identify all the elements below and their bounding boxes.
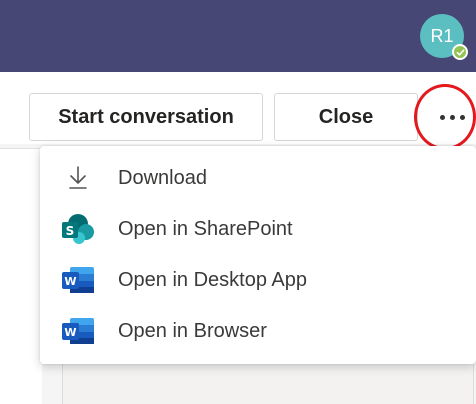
content-pane-left xyxy=(0,148,42,404)
menu-item-open-sharepoint[interactable]: S Open in SharePoint xyxy=(40,205,476,253)
presence-available-icon xyxy=(452,44,468,60)
red-circle-annotation xyxy=(414,84,476,150)
word-icon: W xyxy=(60,264,96,296)
menu-item-label: Open in SharePoint xyxy=(118,218,293,240)
word-icon: W xyxy=(60,315,96,347)
more-options-menu: Download S Open in SharePoint W Open in … xyxy=(40,146,476,364)
sharepoint-icon: S xyxy=(60,213,96,245)
menu-item-label: Open in Desktop App xyxy=(118,269,308,291)
start-conversation-label: Start conversation xyxy=(58,105,234,128)
svg-text:W: W xyxy=(64,326,76,339)
svg-text:W: W xyxy=(64,275,76,288)
menu-item-label: Open in Browser xyxy=(118,320,267,342)
start-conversation-button[interactable]: Start conversation xyxy=(29,93,263,141)
top-app-bar xyxy=(0,0,476,72)
menu-item-open-desktop-app[interactable]: W Open in Desktop App xyxy=(40,256,476,304)
menu-item-download[interactable]: Download xyxy=(40,154,476,202)
menu-item-label: Download xyxy=(118,167,207,189)
download-icon xyxy=(60,162,96,194)
close-button[interactable]: Close xyxy=(274,93,418,141)
menu-item-open-browser[interactable]: W Open in Browser xyxy=(40,307,476,355)
close-label: Close xyxy=(318,105,374,128)
svg-text:S: S xyxy=(66,224,75,238)
avatar-initials: R1 xyxy=(430,25,454,46)
